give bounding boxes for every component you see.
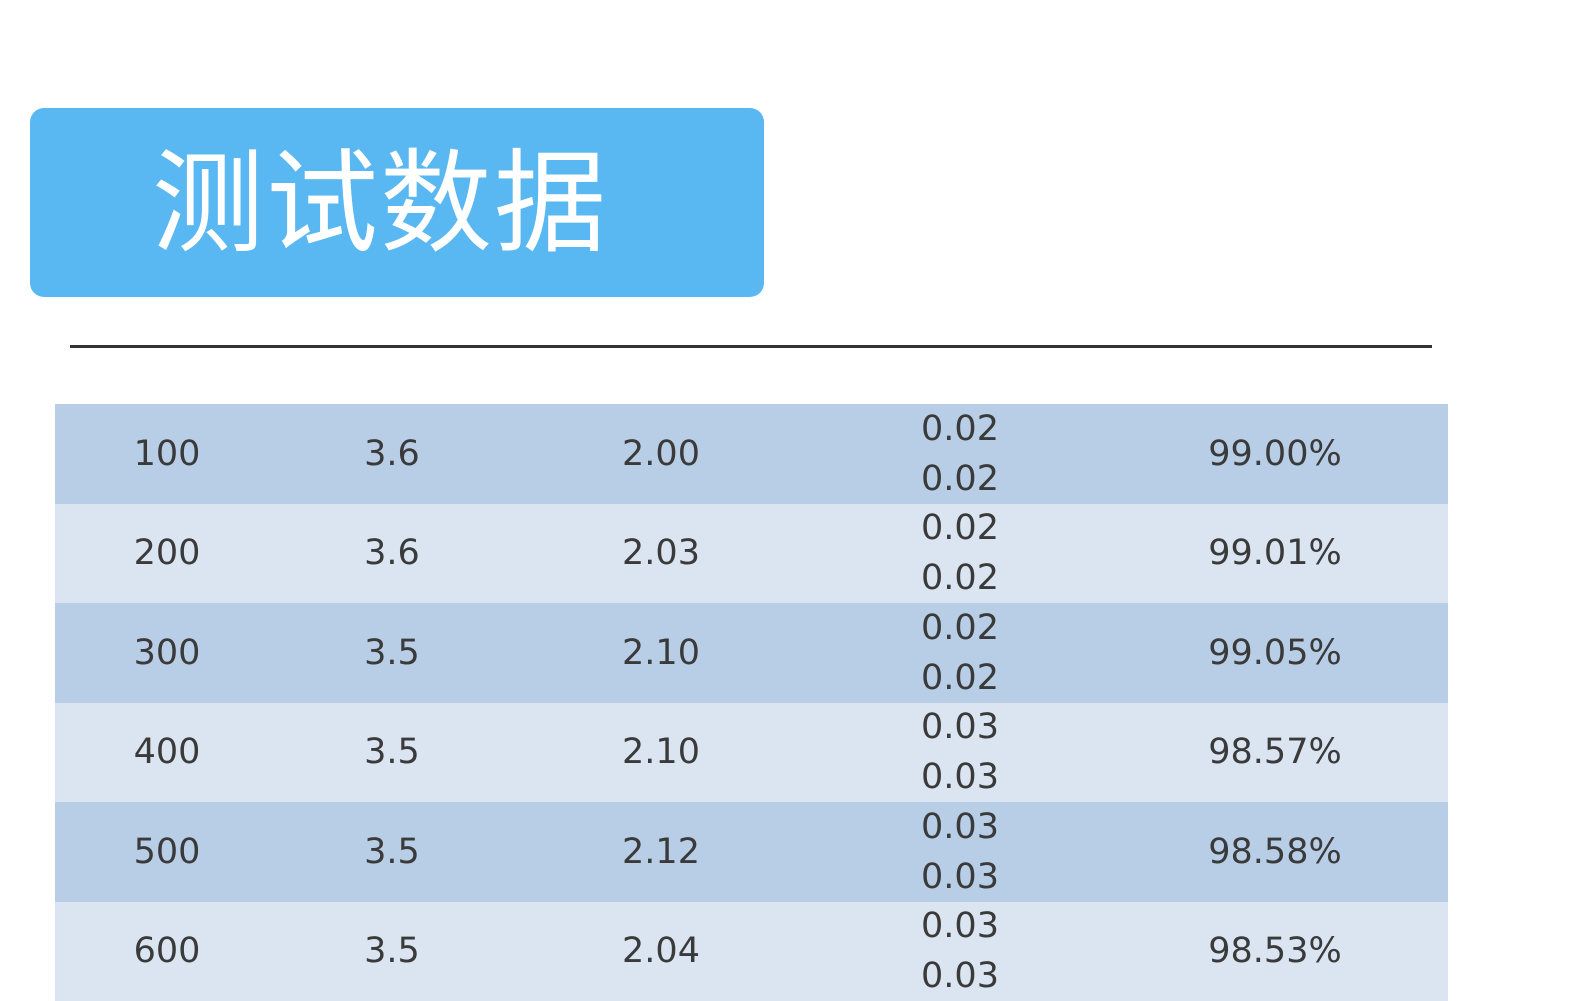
page-title: 测试数据 bbox=[152, 148, 608, 260]
table-cell: 3.5 bbox=[362, 802, 422, 902]
table-row: 200 3.6 2.03 0.02 0.02 99.01% bbox=[55, 504, 1448, 604]
table-row: 100 3.6 2.00 0.02 0.02 99.00% bbox=[55, 404, 1448, 504]
table-cell: 200 bbox=[137, 504, 197, 604]
table-cell: 2.10 bbox=[621, 703, 701, 803]
table-cell: 0.03 0.03 bbox=[920, 902, 1000, 1001]
table-cell-value: 0.02 bbox=[921, 553, 999, 603]
table-cell-value: 0.02 bbox=[921, 404, 999, 454]
table-cell: 600 bbox=[137, 902, 197, 1001]
table-cell: 99.05% bbox=[1205, 603, 1345, 703]
table-cell: 100 bbox=[137, 404, 197, 504]
table-cell-value: 0.03 bbox=[921, 951, 999, 1001]
table-row: 400 3.5 2.10 0.03 0.03 98.57% bbox=[55, 703, 1448, 803]
table-cell: 98.53% bbox=[1205, 902, 1345, 1001]
table-cell: 0.02 0.02 bbox=[920, 603, 1000, 703]
table-row: 600 3.5 2.04 0.03 0.03 98.53% bbox=[55, 902, 1448, 1001]
title-banner: 测试数据 bbox=[30, 108, 764, 297]
table-cell: 400 bbox=[137, 703, 197, 803]
table-cell-value: 0.02 bbox=[921, 653, 999, 703]
table-cell: 0.03 0.03 bbox=[920, 802, 1000, 902]
table-cell: 3.5 bbox=[362, 703, 422, 803]
table-cell-value: 0.03 bbox=[921, 901, 999, 951]
table-row: 300 3.5 2.10 0.02 0.02 99.05% bbox=[55, 603, 1448, 703]
table-cell: 2.03 bbox=[621, 504, 701, 604]
table-cell: 3.6 bbox=[362, 504, 422, 604]
table-cell: 3.5 bbox=[362, 902, 422, 1001]
data-table: 100 3.6 2.00 0.02 0.02 99.00% 200 3.6 2.… bbox=[55, 404, 1448, 1001]
table-cell: 98.57% bbox=[1205, 703, 1345, 803]
table-cell-value: 0.03 bbox=[921, 852, 999, 902]
table-cell-value: 0.02 bbox=[921, 454, 999, 504]
table-cell: 99.01% bbox=[1205, 504, 1345, 604]
table-cell: 3.6 bbox=[362, 404, 422, 504]
divider bbox=[70, 345, 1432, 348]
table-cell: 2.04 bbox=[621, 902, 701, 1001]
table-cell: 99.00% bbox=[1205, 404, 1345, 504]
table-cell-value: 0.03 bbox=[921, 752, 999, 802]
table-cell-value: 0.02 bbox=[921, 503, 999, 553]
table-cell: 0.02 0.02 bbox=[920, 504, 1000, 604]
table-cell-value: 0.02 bbox=[921, 603, 999, 653]
table-cell: 3.5 bbox=[362, 603, 422, 703]
table-cell: 98.58% bbox=[1205, 802, 1345, 902]
table-cell: 300 bbox=[137, 603, 197, 703]
table-cell: 2.00 bbox=[621, 404, 701, 504]
table-cell: 2.12 bbox=[621, 802, 701, 902]
table-cell: 2.10 bbox=[621, 603, 701, 703]
table-row: 500 3.5 2.12 0.03 0.03 98.58% bbox=[55, 802, 1448, 902]
table-cell-value: 0.03 bbox=[921, 802, 999, 852]
table-cell-value: 0.03 bbox=[921, 702, 999, 752]
table-cell: 500 bbox=[137, 802, 197, 902]
table-cell: 0.02 0.02 bbox=[920, 404, 1000, 504]
table-cell: 0.03 0.03 bbox=[920, 703, 1000, 803]
